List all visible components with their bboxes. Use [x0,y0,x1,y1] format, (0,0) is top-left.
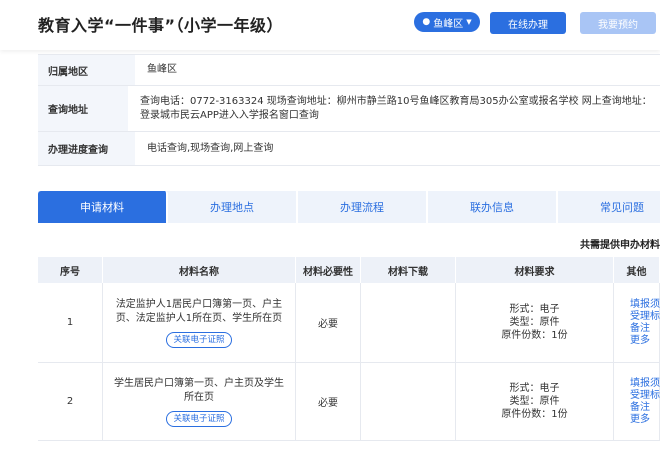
material-required: 必要 [296,283,361,362]
detail-tabs: 申请材料 办理地点 办理流程 联办信息 常见问题 [38,191,660,223]
info-row: 办理进度查询 电话查询,现场查询,网上查询 [38,132,660,166]
book-appointment-button[interactable]: 我要预约 [580,12,656,34]
materials-total-note: 共需提供申办材料 [580,240,660,251]
tab-materials[interactable]: 申请材料 [38,191,168,223]
tab-faq[interactable]: 常见问题 [558,191,660,223]
tab-joint-info[interactable]: 联办信息 [428,191,558,223]
acceptance-standard-link[interactable]: 受理标准 [630,311,660,323]
material-required: 必要 [296,363,361,440]
spec-form: 形式：电子 [509,304,560,315]
material-name-cell: 法定监护人1居民户口簿第一页、户主页、法定监护人1所在页、学生所在页 关联电子证… [103,283,296,362]
online-apply-button[interactable]: 在线办理 [490,12,566,34]
page-header: 教育入学“一件事”（小学一年级） ● 鱼峰区 ▼ 在线办理 我要预约 [0,0,660,50]
remarks-link[interactable]: 备注 [630,323,650,335]
info-value: 查询电话：0772-3163324 现场查询地址：柳州市静兰路10号鱼峰区教育局… [140,95,652,121]
info-row: 查询地址 查询电话：0772-3163324 现场查询地址：柳州市静兰路10号鱼… [38,86,660,132]
col-header: 其他 [614,257,660,283]
table-row: 1 法定监护人1居民户口簿第一页、户主页、法定监护人1所在页、学生所在页 关联电… [38,283,660,363]
row-number: 2 [38,363,103,440]
info-label: 办理进度查询 [38,132,135,165]
material-download [361,363,456,440]
material-name-cell: 学生居民户口簿第一页、户主页及学生所在页 关联电子证照 [103,363,296,440]
materials-table: 序号 材料名称 材料必要性 材料下载 材料要求 其他 1 法定监护人1居民户口簿… [38,257,660,441]
spec-type: 类型：原件 [509,317,560,328]
col-header: 材料下载 [361,257,456,283]
col-header: 材料要求 [456,257,614,283]
e-license-link[interactable]: 关联电子证照 [166,410,232,427]
other-links: 填报须知 受理标准 备注 更多 [614,363,660,440]
acceptance-standard-link[interactable]: 受理标准 [630,390,660,402]
fill-notice-link[interactable]: 填报须知 [630,378,660,390]
service-info-table: 归属地区 鱼峰区 查询地址 查询电话：0772-3163324 现场查询地址：柳… [38,54,660,166]
material-spec: 形式：电子 类型：原件 原件份数：1份 [456,283,614,362]
col-header: 材料名称 [103,257,296,283]
col-header: 材料必要性 [296,257,361,283]
tab-locations[interactable]: 办理地点 [168,191,298,223]
table-header: 序号 材料名称 材料必要性 材料下载 材料要求 其他 [38,257,660,283]
table-row: 2 学生居民户口簿第一页、户主页及学生所在页 关联电子证照 必要 形式：电子 类… [38,363,660,441]
page-title: 教育入学“一件事”（小学一年级） [38,16,284,35]
material-download [361,283,456,362]
chevron-down-icon: ▼ [466,18,472,26]
material-spec: 形式：电子 类型：原件 原件份数：1份 [456,363,614,440]
spec-type: 类型：原件 [509,396,560,407]
material-name: 法定监护人1居民户口簿第一页、户主页、法定监护人1所在页、学生所在页 [115,298,283,324]
info-label: 查询地址 [38,86,128,131]
location-pin-icon: ● [422,17,431,27]
row-number: 1 [38,283,103,362]
region-select-label: 鱼峰区 [433,18,464,30]
more-link[interactable]: 更多 [630,414,650,426]
col-header: 序号 [38,257,103,283]
other-links: 填报须知 受理标准 备注 更多 [614,283,660,362]
e-license-link[interactable]: 关联电子证照 [166,331,232,348]
spec-copies: 原件份数：1份 [501,330,568,341]
region-select[interactable]: ● 鱼峰区 ▼ [414,12,480,32]
info-value: 鱼峰区 [147,64,177,75]
material-name: 学生居民户口簿第一页、户主页及学生所在页 [114,377,284,403]
more-link[interactable]: 更多 [630,335,650,347]
spec-form: 形式：电子 [509,383,560,394]
spec-copies: 原件份数：1份 [501,409,568,420]
info-label: 归属地区 [38,55,135,85]
info-row: 归属地区 鱼峰区 [38,55,660,86]
tab-process[interactable]: 办理流程 [298,191,428,223]
info-value: 电话查询,现场查询,网上查询 [147,142,274,154]
remarks-link[interactable]: 备注 [630,402,650,414]
fill-notice-link[interactable]: 填报须知 [630,299,660,311]
